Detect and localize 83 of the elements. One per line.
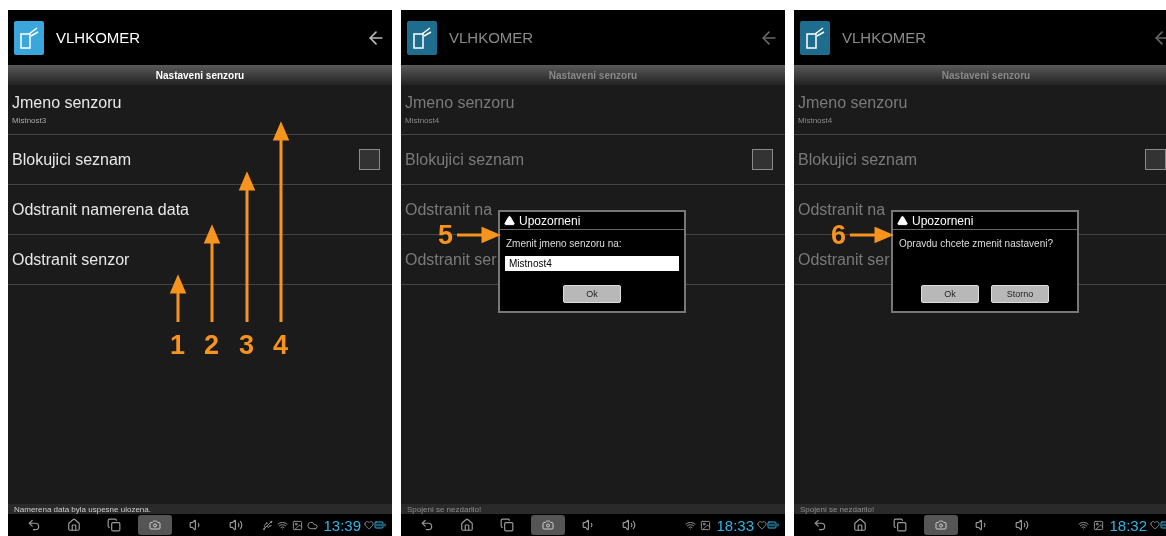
- recents-icon[interactable]: [893, 518, 907, 532]
- row-title: Odstranit na: [798, 200, 886, 219]
- dialog-message: Opravdu chcete zmenit nastaveni?: [898, 237, 1054, 249]
- cloud-icon: [307, 519, 319, 531]
- back-icon[interactable]: [420, 518, 434, 532]
- section-title: Nastaveni senzoru: [155, 69, 245, 81]
- annotation-number: 2: [204, 332, 220, 359]
- annotation-number: 1: [170, 332, 186, 359]
- app-icon: [14, 20, 44, 55]
- home-icon[interactable]: [67, 518, 81, 532]
- settings-row[interactable]: Blokujici seznam: [794, 135, 1166, 185]
- row-subtitle: Mistnost4: [798, 116, 833, 125]
- row-title: Odstranit ser: [798, 250, 890, 269]
- wifi-icon: [1078, 519, 1090, 531]
- annotation-number: 6: [831, 222, 847, 249]
- checkbox[interactable]: [359, 149, 380, 170]
- clock-time: 18:33: [716, 516, 754, 534]
- row-title: Odstranit namerena data: [12, 200, 189, 219]
- row-subtitle: Mistnost3: [12, 116, 47, 125]
- recents-icon[interactable]: [500, 518, 514, 532]
- screenshot-button[interactable]: [531, 515, 565, 535]
- dialog-button[interactable]: Storno: [991, 285, 1049, 303]
- volume-up-icon[interactable]: [1015, 518, 1029, 532]
- annotation-number: 3: [239, 332, 255, 359]
- screenshot-button[interactable]: [924, 515, 958, 535]
- row-title: Blokujici seznam: [798, 150, 918, 169]
- settings-row[interactable]: Jmeno senzoru Mistnost4: [794, 85, 1166, 135]
- dialog-message: Zmenit jmeno senzoru na:: [505, 237, 623, 249]
- row-title: Jmeno senzoru: [12, 94, 122, 112]
- row-title: Odstranit na: [405, 200, 493, 219]
- row-title: Odstranit senzor: [12, 250, 130, 269]
- settings-row[interactable]: Blokujici seznam: [401, 135, 785, 185]
- image-icon: [292, 519, 304, 531]
- volume-up-icon[interactable]: [622, 518, 636, 532]
- name-input-field[interactable]: Mistnost4: [505, 256, 679, 271]
- dialog-button[interactable]: Ok: [563, 285, 621, 303]
- dialog-title: Upozorneni: [519, 213, 581, 228]
- image-icon: [700, 519, 712, 531]
- app-title: VLHKOMER: [56, 29, 142, 46]
- heart-icon: [757, 520, 767, 530]
- usb-icon: [262, 519, 274, 531]
- row-title: Jmeno senzoru: [405, 94, 515, 112]
- wifi-icon: [277, 519, 289, 531]
- dialog-button[interactable]: Ok: [921, 285, 979, 303]
- row-subtitle: Mistnost4: [405, 116, 440, 125]
- back-icon[interactable]: [27, 518, 41, 532]
- warning-icon: [897, 215, 908, 226]
- camera-icon: [149, 519, 161, 531]
- camera-icon: [542, 519, 554, 531]
- wifi-icon: [685, 519, 697, 531]
- back-icon[interactable]: [813, 518, 827, 532]
- row-title: Jmeno senzoru: [798, 94, 908, 112]
- clock-time: 18:32: [1109, 516, 1147, 534]
- battery-icon: [767, 519, 779, 531]
- volume-up-icon[interactable]: [229, 518, 243, 532]
- row-title: Blokujici seznam: [405, 150, 525, 169]
- home-icon[interactable]: [460, 518, 474, 532]
- app-title: VLHKOMER: [842, 29, 928, 46]
- status-message: Namerena data byla uspesne ulozena.: [14, 504, 151, 514]
- checkbox[interactable]: [752, 149, 773, 170]
- status-message: Spojeni se nezdarilo!: [407, 504, 482, 514]
- screenshot-button[interactable]: [138, 515, 172, 535]
- recents-icon[interactable]: [107, 518, 121, 532]
- app-icon: [800, 20, 830, 55]
- app-title: VLHKOMER: [449, 29, 535, 46]
- section-title: Nastaveni senzoru: [548, 69, 638, 81]
- heart-icon: [364, 520, 374, 530]
- home-icon[interactable]: [853, 518, 867, 532]
- dialog-title: Upozorneni: [912, 213, 974, 228]
- settings-row[interactable]: Jmeno senzoru Mistnost4: [401, 85, 785, 135]
- heart-icon: [1150, 520, 1160, 530]
- row-title: Odstranit ser: [405, 250, 497, 269]
- warning-icon: [504, 215, 515, 226]
- app-icon: [407, 20, 437, 55]
- clock-time: 13:39: [323, 516, 361, 534]
- annotation-number: 4: [273, 332, 289, 359]
- image-icon: [1093, 519, 1105, 531]
- section-title: Nastaveni senzoru: [941, 69, 1031, 81]
- status-message: Spojeni se nezdarilo!: [800, 504, 875, 514]
- row-title: Blokujici seznam: [12, 150, 132, 169]
- battery-icon: [374, 519, 386, 531]
- camera-icon: [935, 519, 947, 531]
- checkbox[interactable]: [1145, 149, 1166, 170]
